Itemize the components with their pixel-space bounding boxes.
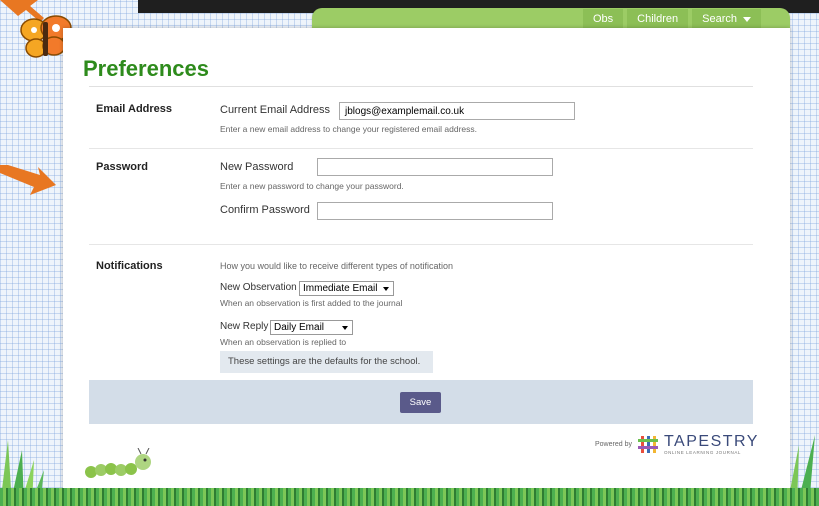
action-bar: Save [89,380,753,424]
powered-by: Powered by TAPESTRY ONLINE LEARNING JOUR… [595,433,759,456]
nav-search-label: Search [702,13,737,25]
password-section-label: Password [96,161,148,173]
new-observation-selected: Immediate Email [303,283,378,294]
notifications-intro: How you would like to receive different … [220,261,453,271]
new-observation-help-text: When an observation is first added to th… [220,298,403,308]
new-reply-select[interactable]: Daily Email [270,320,353,335]
new-observation-label: New Observation [220,282,297,293]
new-reply-selected: Daily Email [274,322,325,333]
chevron-down-icon [383,287,389,291]
save-button[interactable]: Save [400,392,441,413]
nav-search[interactable]: Search [692,9,761,29]
divider [89,86,753,87]
brand: TAPESTRY ONLINE LEARNING JOURNAL [663,433,759,456]
new-password-field[interactable] [317,158,553,176]
new-reply-help-text: When an observation is replied to [220,337,347,347]
grass-strip [0,488,819,506]
email-help-text: Enter a new email address to change your… [220,124,478,134]
tapestry-logo-icon [637,436,658,453]
brand-tagline: ONLINE LEARNING JOURNAL [663,450,742,455]
chevron-down-icon [342,326,348,330]
notifications-section-label: Notifications [96,260,163,272]
main-nav: Obs Children Search [582,9,761,29]
new-password-label: New Password [220,161,294,173]
arrow-icon [0,165,56,195]
nav-children[interactable]: Children [627,9,689,29]
new-reply-label: New Reply [220,321,269,332]
current-email-label: Current Email Address [220,104,331,116]
defaults-notice: These settings are the defaults for the … [220,351,433,373]
nav-obs[interactable]: Obs [582,9,624,29]
page-title: Preferences [83,56,209,81]
powered-by-text: Powered by [595,441,632,448]
email-section: Email Address Current Email Address jblo… [89,90,753,149]
preferences-panel: Preferences Email Address Current Email … [63,28,790,492]
chevron-down-icon [743,16,751,22]
email-section-label: Email Address [96,103,173,115]
password-section: Password New Password Enter a new passwo… [89,148,753,245]
confirm-password-field[interactable] [317,202,553,220]
email-field[interactable]: jblogs@examplemail.co.uk [339,102,575,120]
new-password-help-text: Enter a new password to change your pass… [220,181,404,191]
caterpillar-icon [85,448,151,478]
new-observation-select[interactable]: Immediate Email [299,281,394,296]
brand-name: TAPESTRY [663,433,759,450]
confirm-password-label: Confirm Password [220,204,310,216]
